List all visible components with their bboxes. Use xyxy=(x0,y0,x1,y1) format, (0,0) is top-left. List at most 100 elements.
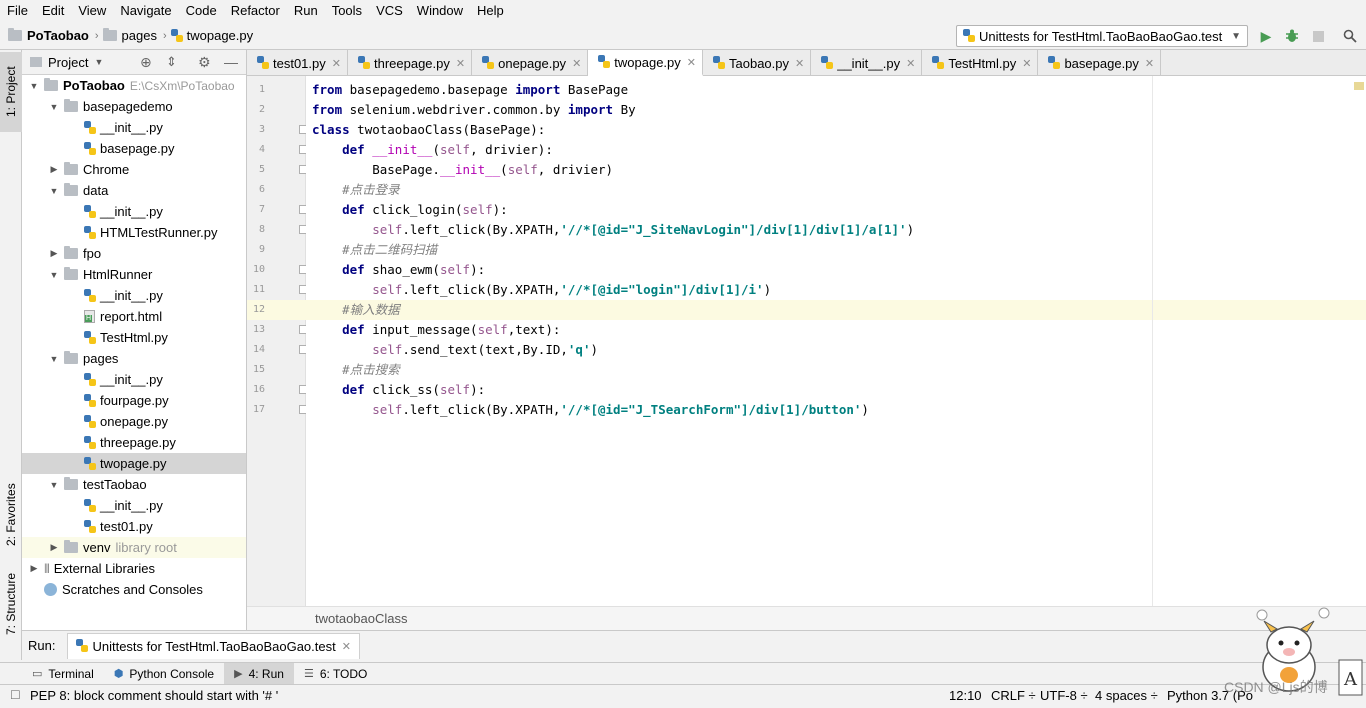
code-line[interactable]: def shao_ewm(self): xyxy=(306,260,1366,280)
expand-arrow-icon[interactable]: ▼ xyxy=(48,102,60,112)
close-icon[interactable]: ✕ xyxy=(572,57,581,70)
indent-selector[interactable]: 4 spaces ÷ xyxy=(1095,685,1158,706)
locate-file-icon[interactable]: ⊕ xyxy=(140,54,152,71)
breadcrumb-folder[interactable]: pages xyxy=(102,28,157,43)
expand-arrow-icon[interactable]: ▼ xyxy=(48,354,60,364)
collapse-arrow-icon[interactable]: ▶ xyxy=(28,563,40,574)
menu-code[interactable]: Code xyxy=(179,0,224,22)
breadcrumb-file[interactable]: twopage.py xyxy=(170,28,253,43)
expand-arrow-icon[interactable]: ▼ xyxy=(28,81,40,91)
project-view-selector[interactable]: Project xyxy=(48,55,88,70)
tree-item[interactable]: Scratches and Consoles xyxy=(22,579,246,600)
expand-arrow-icon[interactable]: ▼ xyxy=(48,186,60,196)
code-line[interactable]: #点击搜索 xyxy=(306,360,1366,380)
tree-item[interactable]: HTMLTestRunner.py xyxy=(22,222,246,243)
tree-item[interactable]: __init__.py xyxy=(22,495,246,516)
tree-item[interactable]: ▶ fpo xyxy=(22,243,246,264)
tool-window-button[interactable]: ⬢ Python Console xyxy=(104,663,224,685)
tree-item[interactable]: __init__.py xyxy=(22,285,246,306)
close-icon[interactable]: ✕ xyxy=(795,57,804,70)
debug-icon[interactable] xyxy=(1283,27,1301,45)
tree-item[interactable]: __init__.py xyxy=(22,201,246,222)
chevron-down-icon[interactable]: ▼ xyxy=(94,57,103,67)
tab-structure-toolwindow[interactable]: 7: Structure xyxy=(0,566,22,642)
close-icon[interactable]: ✕ xyxy=(1022,57,1031,70)
tree-item[interactable]: ▼ testTaobao xyxy=(22,474,246,495)
gear-icon[interactable]: ⚙ xyxy=(198,54,211,71)
menu-edit[interactable]: Edit xyxy=(35,0,71,22)
code-line[interactable]: self.left_click(By.XPATH,'//*[@id="J_Sit… xyxy=(306,220,1366,240)
editor-tab[interactable]: basepage.py ✕ xyxy=(1038,50,1162,76)
tree-item[interactable]: ▼ PoTaobao E:\CsXm\PoTaobao xyxy=(22,75,246,96)
tree-item[interactable]: ▶ ||| External Libraries xyxy=(22,558,246,579)
tree-item[interactable]: ▶ venv library root xyxy=(22,537,246,558)
code-line[interactable]: #点击登录 xyxy=(306,180,1366,200)
status-message-icon[interactable]: ☐ xyxy=(10,685,21,706)
tree-item[interactable]: test01.py xyxy=(22,516,246,537)
close-icon[interactable]: ✕ xyxy=(1145,57,1154,70)
close-icon[interactable]: ✕ xyxy=(456,57,465,70)
tab-favorites-toolwindow[interactable]: 2: Favorites xyxy=(0,470,22,560)
collapse-all-icon[interactable]: ⇕ xyxy=(166,54,177,70)
tree-item[interactable]: ▼ basepagedemo xyxy=(22,96,246,117)
editor-tab[interactable]: twopage.py ✕ xyxy=(588,50,703,76)
menu-window[interactable]: Window xyxy=(410,0,470,22)
menu-help[interactable]: Help xyxy=(470,0,511,22)
tree-item[interactable]: ▼ HtmlRunner xyxy=(22,264,246,285)
close-icon[interactable]: ✕ xyxy=(906,57,915,70)
breadcrumb-project[interactable]: PoTaobao xyxy=(0,28,89,43)
close-icon[interactable]: ✕ xyxy=(332,57,341,70)
inspection-status-icon[interactable] xyxy=(1354,82,1364,90)
stop-icon[interactable] xyxy=(1309,27,1327,45)
tab-project-toolwindow[interactable]: 1: Project xyxy=(0,52,22,132)
run-configuration-select[interactable]: Unittests for TestHtml.TaoBaoBaoGao.test… xyxy=(956,25,1248,47)
tree-item[interactable]: TestHtml.py xyxy=(22,327,246,348)
code-line[interactable]: def click_ss(self): xyxy=(306,380,1366,400)
menu-vcs[interactable]: VCS xyxy=(369,0,410,22)
menu-view[interactable]: View xyxy=(71,0,113,22)
code-line[interactable]: def click_login(self): xyxy=(306,200,1366,220)
tree-item[interactable]: __init__.py xyxy=(22,369,246,390)
tool-window-button[interactable]: ▶ 4: Run xyxy=(224,662,294,685)
code-line[interactable]: class twotaobaoClass(BasePage): xyxy=(306,120,1366,140)
editor-tab[interactable]: __init__.py ✕ xyxy=(811,50,923,76)
tree-item[interactable]: threepage.py xyxy=(22,432,246,453)
editor-breadcrumb-class[interactable]: twotaobaoClass xyxy=(315,611,408,626)
code-line[interactable]: from selenium.webdriver.common.by import… xyxy=(306,100,1366,120)
collapse-arrow-icon[interactable]: ▶ xyxy=(48,248,60,259)
hide-panel-icon[interactable]: — xyxy=(224,54,238,70)
editor-tab[interactable]: onepage.py ✕ xyxy=(472,50,589,76)
code-line[interactable]: self.send_text(text,By.ID,'q') xyxy=(306,340,1366,360)
tree-item[interactable]: twopage.py xyxy=(22,453,246,474)
collapse-arrow-icon[interactable]: ▶ xyxy=(48,542,60,553)
expand-arrow-icon[interactable]: ▼ xyxy=(48,480,60,490)
menu-file[interactable]: File xyxy=(0,0,35,22)
collapse-arrow-icon[interactable]: ▶ xyxy=(48,164,60,175)
run-icon[interactable]: ▶ xyxy=(1257,27,1275,45)
editor-tab[interactable]: test01.py ✕ xyxy=(247,50,348,76)
code-line[interactable]: self.left_click(By.XPATH,'//*[@id="J_TSe… xyxy=(306,400,1366,420)
tree-item[interactable]: fourpage.py xyxy=(22,390,246,411)
tree-item[interactable]: onepage.py xyxy=(22,411,246,432)
editor-tab[interactable]: TestHtml.py ✕ xyxy=(922,50,1039,76)
run-tab[interactable]: Unittests for TestHtml.TaoBaoBaoGao.test… xyxy=(67,632,360,659)
tree-item[interactable]: ▶ Chrome xyxy=(22,159,246,180)
tool-window-button[interactable]: ▭ Terminal xyxy=(22,663,104,685)
tree-item[interactable]: ▼ data xyxy=(22,180,246,201)
line-separator-selector[interactable]: CRLF ÷ xyxy=(991,685,1036,706)
menu-navigate[interactable]: Navigate xyxy=(113,0,178,22)
menu-tools[interactable]: Tools xyxy=(325,0,369,22)
caret-position[interactable]: 12:10 xyxy=(949,685,982,706)
close-icon[interactable]: ✕ xyxy=(342,640,351,653)
search-icon[interactable] xyxy=(1341,27,1359,45)
code-line[interactable]: #输入数据 xyxy=(306,300,1366,320)
menu-refactor[interactable]: Refactor xyxy=(224,0,287,22)
tree-item[interactable]: __init__.py xyxy=(22,117,246,138)
code-editor[interactable]: from basepagedemo.basepage import BasePa… xyxy=(306,76,1366,606)
close-icon[interactable]: ✕ xyxy=(687,56,696,69)
tool-window-button[interactable]: ☰ 6: TODO xyxy=(294,663,377,685)
encoding-selector[interactable]: UTF-8 ÷ xyxy=(1040,685,1088,706)
tree-item[interactable]: basepage.py xyxy=(22,138,246,159)
code-line[interactable]: #点击二维码扫描 xyxy=(306,240,1366,260)
menu-run[interactable]: Run xyxy=(287,0,325,22)
